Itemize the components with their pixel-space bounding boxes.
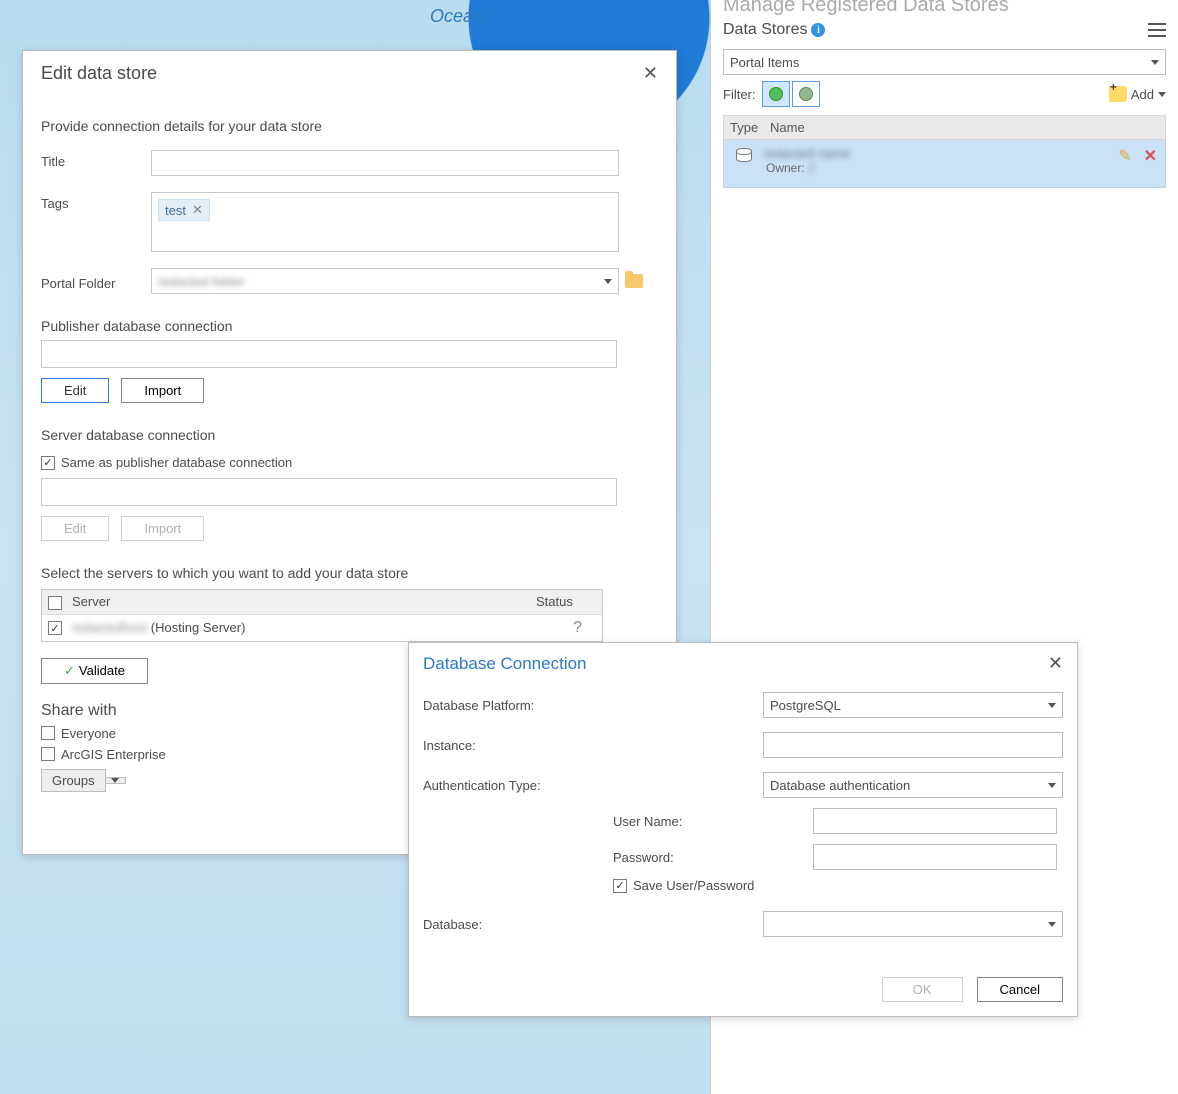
instance-input[interactable] [763,732,1063,758]
add-label: Add [1131,87,1154,102]
user-icon [799,87,813,101]
delete-icon[interactable]: ✕ [1144,146,1157,166]
edit-connection-button[interactable]: Edit [41,378,109,403]
title-label: Title [41,150,151,169]
username-input[interactable] [813,808,1057,834]
username-label: User Name: [613,814,813,829]
add-folder-icon [1109,86,1127,102]
same-as-publisher-label: Same as publisher database connection [61,455,292,470]
import-connection-button[interactable]: Import [121,378,204,403]
add-dropdown[interactable]: Add [1109,86,1166,102]
folder-icon[interactable] [625,274,643,288]
server-table: Server Status redactedhost (Hosting Serv… [41,589,603,642]
share-enterprise-checkbox[interactable] [41,747,55,761]
save-credentials-label: Save User/Password [633,878,754,893]
check-icon: ✓ [64,663,75,679]
ok-button: OK [882,977,963,1002]
close-icon[interactable]: ✕ [643,63,658,84]
tag-text: test [165,203,186,218]
owner-value: J [808,161,814,175]
data-store-item[interactable]: redacted name Owner: J ✎ ✕ [723,140,1166,188]
chevron-down-icon [1048,783,1056,788]
database-icon [736,148,752,162]
owner-label: Owner: [766,161,805,175]
chevron-down-icon [604,279,612,284]
edit-server-connection-button: Edit [41,516,109,541]
cancel-button[interactable]: Cancel [977,977,1063,1002]
auth-type-select[interactable]: Database authentication [763,772,1063,798]
view-select[interactable]: Portal Items [723,49,1166,75]
map-ocean-label: Ocean [430,6,483,27]
edit-icon[interactable]: ✎ [1118,146,1131,166]
publisher-conn-label: Publisher database connection [41,318,658,334]
db-dialog-title: Database Connection [423,654,587,674]
portal-folder-select[interactable]: redacted folder [151,268,619,294]
auth-type-label: Authentication Type: [423,778,763,793]
chevron-down-icon [1151,60,1159,65]
password-input[interactable] [813,844,1057,870]
save-credentials-checkbox[interactable] [613,879,627,893]
server-conn-input [41,478,617,506]
hamburger-menu-icon[interactable] [1148,23,1166,37]
status-unknown-icon: ? [573,619,582,637]
close-icon[interactable]: ✕ [1048,653,1063,674]
user-icon [769,87,783,101]
platform-select[interactable]: PostgreSQL [763,692,1063,718]
data-stores-heading: Data Stores [723,21,807,39]
panel-title: Manage Registered Data Stores [711,0,1178,17]
tag-chip[interactable]: test ✕ [158,199,210,221]
dialog-subtitle: Provide connection details for your data… [41,118,658,134]
col-server: Server [72,594,536,610]
import-server-connection-button: Import [121,516,204,541]
data-store-table-header: Type Name [723,115,1166,140]
server-row-name: (Hosting Server) [151,620,246,635]
chevron-down-icon [111,778,119,783]
auth-type-value: Database authentication [770,778,910,793]
server-checkbox-all[interactable] [48,596,62,610]
chevron-down-icon [1158,92,1166,97]
share-everyone-label: Everyone [61,726,116,741]
chevron-down-icon [1048,703,1056,708]
portal-folder-label: Portal Folder [41,272,151,291]
remove-tag-icon[interactable]: ✕ [192,202,203,218]
password-label: Password: [613,850,813,865]
filter-label: Filter: [723,87,756,102]
dialog-title: Edit data store [41,63,157,84]
info-icon[interactable]: i [811,23,825,37]
tags-input[interactable]: test ✕ [151,192,619,252]
title-input[interactable] [151,150,619,176]
same-as-publisher-checkbox[interactable] [41,456,55,470]
share-enterprise-label: ArcGIS Enterprise [61,747,166,762]
select-servers-label: Select the servers to which you want to … [41,565,658,581]
chevron-down-icon [1048,922,1056,927]
server-row[interactable]: redactedhost (Hosting Server) ? [42,615,602,641]
instance-label: Instance: [423,738,763,753]
server-row-checkbox[interactable] [48,621,62,635]
platform-label: Database Platform: [423,698,763,713]
view-select-value: Portal Items [730,55,799,70]
database-label: Database: [423,917,763,932]
platform-value: PostgreSQL [770,698,841,713]
col-type: Type [730,120,770,135]
col-status: Status [536,594,596,610]
database-connection-dialog: Database Connection ✕ Database Platform:… [408,642,1078,1017]
validate-button[interactable]: ✓ Validate [41,658,148,684]
col-name: Name [770,120,805,135]
share-everyone-checkbox[interactable] [41,726,55,740]
database-select[interactable] [763,911,1063,937]
data-store-item-name: redacted name [764,146,851,161]
server-conn-label: Server database connection [41,427,658,443]
filter-shared-button[interactable] [792,81,820,107]
tags-label: Tags [41,192,151,211]
filter-my-content-button[interactable] [762,81,790,107]
publisher-conn-input[interactable] [41,340,617,368]
